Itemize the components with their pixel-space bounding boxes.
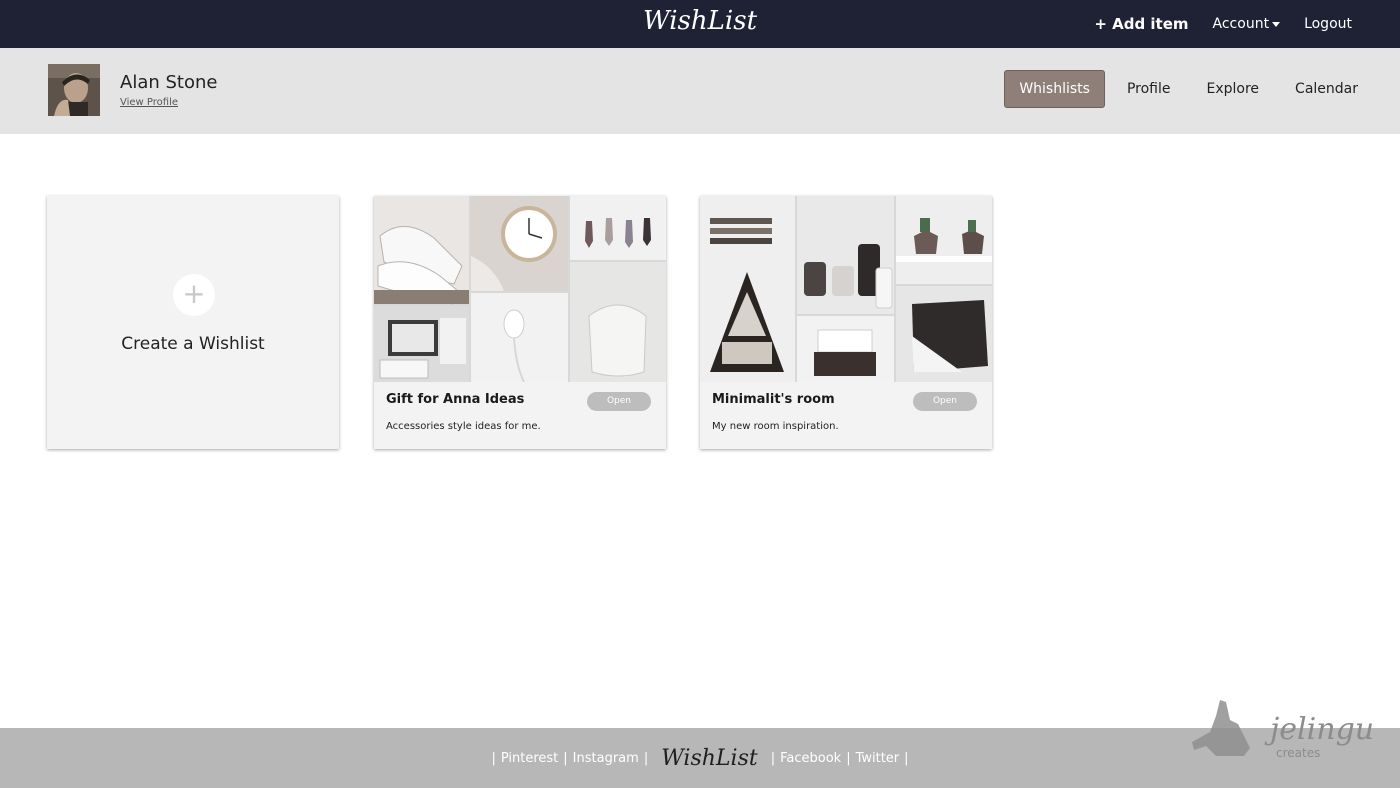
facebook-link[interactable]: Facebook xyxy=(780,751,841,766)
watermark-sub: creates xyxy=(1276,746,1321,760)
tab-calendar[interactable]: Calendar xyxy=(1281,71,1372,107)
top-navbar: WishList + Add item Account Logout xyxy=(0,0,1400,48)
wishlist-collage-image xyxy=(374,196,666,382)
open-button[interactable]: Open xyxy=(913,392,977,411)
account-dropdown[interactable]: Account xyxy=(1213,16,1281,32)
user-name: Alan Stone xyxy=(120,72,218,93)
view-profile-link[interactable]: View Profile xyxy=(120,97,178,108)
tab-whishlists[interactable]: Whishlists xyxy=(1004,70,1105,108)
wishlist-card[interactable]: Minimalit's room Open My new room inspir… xyxy=(700,196,992,449)
add-item-link[interactable]: + Add item xyxy=(1094,15,1188,33)
pinterest-link[interactable]: Pinterest xyxy=(501,751,558,766)
wishlist-description: My new room inspiration. xyxy=(712,421,839,432)
profile-bar: Alan Stone View Profile Whishlists Profi… xyxy=(0,48,1400,134)
account-label: Account xyxy=(1212,16,1270,32)
footer-separator: | xyxy=(643,750,649,766)
top-links: + Add item Account Logout xyxy=(1094,0,1352,48)
footer-separator: | xyxy=(846,750,851,766)
profile-subnav: Whishlists Profile Explore Calendar xyxy=(1004,70,1372,108)
wishlist-collage-image xyxy=(700,196,992,382)
wishlist-title: Minimalit's room xyxy=(712,392,835,407)
chevron-down-icon xyxy=(1272,21,1281,27)
tab-explore[interactable]: Explore xyxy=(1193,71,1274,107)
footer-separator: | xyxy=(491,750,496,766)
twitter-link[interactable]: Twitter xyxy=(856,751,900,766)
create-wishlist-label: Create a Wishlist xyxy=(121,334,265,354)
wishlist-description: Accessories style ideas for me. xyxy=(386,421,541,432)
plus-icon[interactable]: + xyxy=(173,274,215,316)
wishlist-title: Gift for Anna Ideas xyxy=(386,392,525,407)
footer-separator: | xyxy=(904,750,909,766)
footer-separator: | xyxy=(563,750,568,766)
footer-brand-logo[interactable]: WishList xyxy=(661,746,758,771)
tab-profile[interactable]: Profile xyxy=(1113,71,1185,107)
avatar[interactable] xyxy=(48,64,100,116)
open-button[interactable]: Open xyxy=(587,392,651,411)
create-wishlist-card[interactable]: + Create a Wishlist xyxy=(47,196,339,449)
brand-logo[interactable]: WishList xyxy=(643,6,757,36)
watermark-name: jelingu xyxy=(1270,712,1375,747)
logout-link[interactable]: Logout xyxy=(1304,16,1352,32)
wishlist-card[interactable]: Gift for Anna Ideas Open Accessories sty… xyxy=(374,196,666,449)
instagram-link[interactable]: Instagram xyxy=(573,751,639,766)
footer-separator: | xyxy=(770,750,776,766)
